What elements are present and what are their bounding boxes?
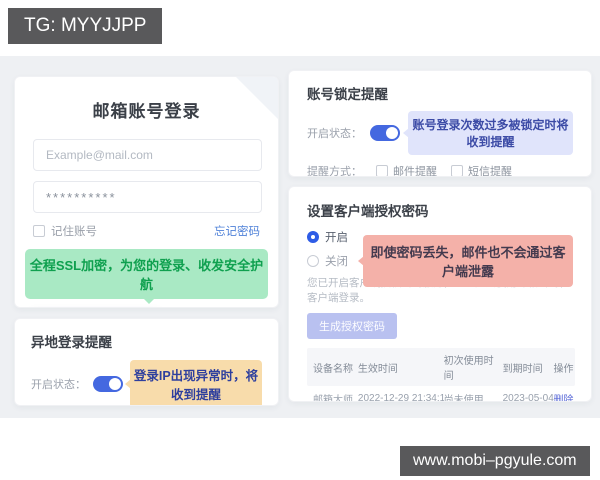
column-header: 生效时间 (357, 363, 398, 375)
tg-watermark: TG: MYYJJPP (8, 8, 163, 44)
lock-status-toggle[interactable] (370, 125, 400, 141)
remote-status-toggle[interactable] (93, 376, 123, 392)
lock-status-row: 开启状态： 账号登录次数过多被锁定时将收到提醒 (307, 111, 573, 155)
remote-tooltip: 登录IP出现异常时，将收到提醒 (125, 360, 262, 405)
email-remind-label: 邮件提醒 (393, 166, 437, 177)
status-label: 开启状态： (307, 128, 362, 140)
account-lock-card: 账号锁定提醒 开启状态： 账号登录次数过多被锁定时将收到提醒 提醒方式： 邮件提… (288, 70, 592, 177)
password-input[interactable] (33, 181, 262, 213)
email-remind-option[interactable]: 邮件提醒 (376, 163, 437, 177)
sms-remind-option[interactable]: 短信提醒 (451, 163, 512, 177)
sms-remind-label: 短信提醒 (468, 166, 512, 177)
auth-tooltip: 即使密码丢失，邮件也不会通过客户端泄露 (358, 235, 573, 287)
forgot-password-link[interactable]: 忘记密码 (214, 223, 260, 239)
email-input[interactable] (33, 139, 262, 171)
method-label: 提醒方式： (307, 166, 362, 177)
table-cell: 2023-05-04 (502, 392, 554, 402)
table-cell: 尚未使用 (443, 394, 484, 402)
delete-link[interactable]: 删除 (554, 386, 575, 402)
auth-devices-table: 设备名称 生效时间 初次使用时间 到期时间 操作 邮箱大师 2022-12-29 … (307, 348, 575, 402)
column-header: 到期时间 (502, 363, 543, 375)
table-row: 邮箱大师 2022-12-29 21:34:12 尚未使用 2023-05-04 删除 (307, 386, 575, 402)
auth-off-label: 关闭 (325, 255, 348, 268)
checkbox-icon[interactable] (376, 165, 388, 176)
table-cell: 2022-12-29 21:34:12 (357, 392, 444, 402)
column-header: 设备名称 (313, 363, 353, 375)
site-watermark: www.mobi–pgyule.com (400, 446, 590, 476)
column-header: 操作 (553, 363, 574, 375)
account-lock-title: 账号锁定提醒 (307, 87, 388, 102)
remember-account-option[interactable]: 记住账号 (33, 223, 97, 239)
auth-on-label: 开启 (325, 231, 348, 244)
column-header: 初次使用时间 (443, 356, 494, 382)
remote-status-row: 开启状态： 登录IP出现异常时，将收到提醒 (31, 360, 262, 405)
card-corner-fold-decoration (236, 77, 278, 119)
remote-login-title: 异地登录提醒 (31, 335, 112, 350)
table-header-row: 设备名称 生效时间 初次使用时间 到期时间 操作 (307, 348, 575, 386)
radio-selected-icon[interactable] (307, 230, 319, 243)
auth-radio-zone: 开启 关闭 即使密码丢失，邮件也不会通过客户端泄露 (307, 228, 573, 287)
checkbox-icon[interactable] (33, 225, 45, 237)
remember-label: 记住账号 (51, 226, 97, 238)
table-cell: 邮箱大师 (313, 394, 353, 402)
auth-table-body: 邮箱大师2022-12-29 21:34:12尚未使用2023-05-04删除灵… (307, 386, 575, 402)
radio-unselected-icon[interactable] (307, 254, 319, 267)
status-label: 开启状态： (31, 379, 86, 391)
page: TG: MYYJJPP www.mobi–pgyule.com 邮箱账号登录 记… (0, 0, 600, 480)
auth-password-title: 设置客户端授权密码 (307, 204, 429, 219)
auth-password-card: 设置客户端授权密码 开启 关闭 即使密码丢失，邮件也不会通过客户端泄露 您已开启… (288, 186, 592, 402)
remember-row: 记住账号 忘记密码 (33, 223, 260, 239)
ssl-tooltip: 全程SSL加密，为您的登录、收发安全护航 (25, 249, 268, 304)
lock-method-row: 提醒方式： 邮件提醒 短信提醒 (307, 163, 573, 177)
lock-tooltip: 账号登录次数过多被锁定时将收到提醒 (403, 111, 573, 155)
generate-password-button[interactable]: 生成授权密码 (307, 313, 397, 339)
remote-login-card: 异地登录提醒 开启状态： 登录IP出现异常时，将收到提醒 提醒方式： 邮件提醒 … (14, 318, 279, 406)
checkbox-icon[interactable] (451, 165, 463, 176)
login-card: 邮箱账号登录 记住账号 忘记密码 全程SSL加密，为您的登录、收发安全护航 正使… (14, 76, 279, 308)
